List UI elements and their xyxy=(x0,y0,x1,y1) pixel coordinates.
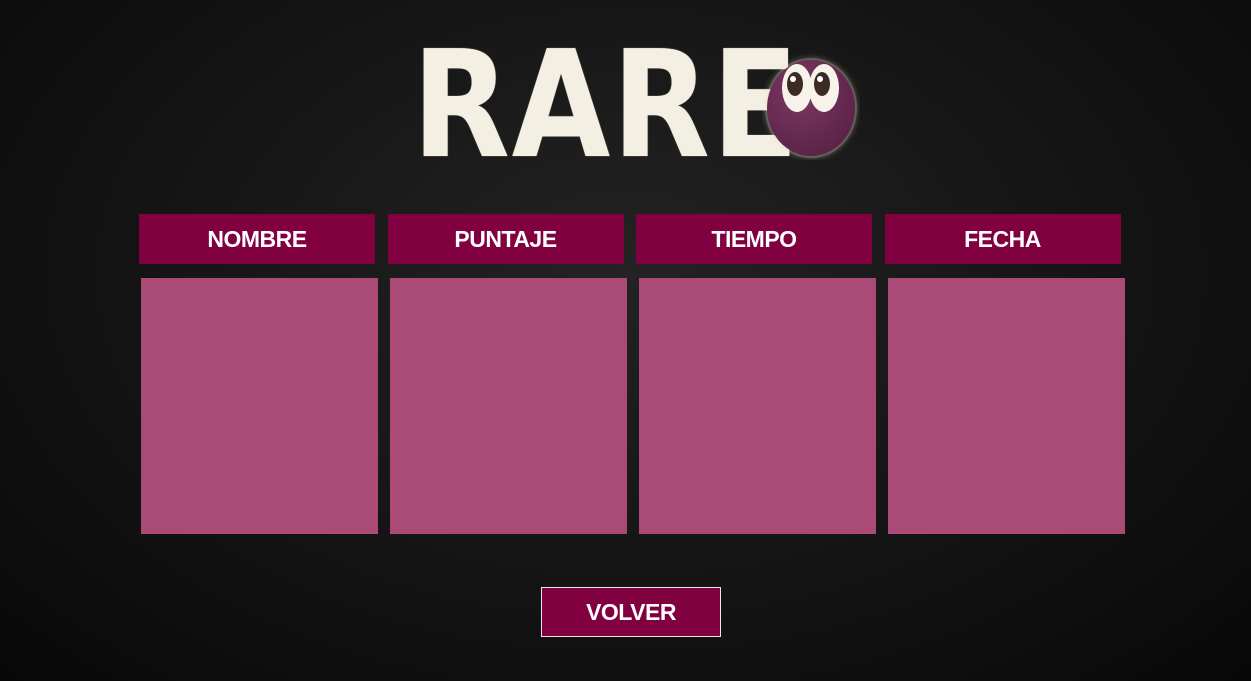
column-header-nombre: NOMBRE xyxy=(139,214,375,264)
puntaje-column-panel xyxy=(390,278,627,534)
game-logo: RARE xyxy=(412,31,857,179)
mascot-egg-icon xyxy=(765,58,857,158)
logo-title: RARE xyxy=(412,19,801,191)
column-header-fecha: FECHA xyxy=(884,214,1121,264)
column-header-puntaje: PUNTAJE xyxy=(387,214,624,264)
nombre-column-panel xyxy=(141,278,378,534)
back-button[interactable]: VOLVER xyxy=(541,587,721,637)
column-header-tiempo: TIEMPO xyxy=(636,214,872,264)
scoreboard-panels xyxy=(141,278,1125,534)
fecha-column-panel xyxy=(888,278,1125,534)
tiempo-column-panel xyxy=(639,278,876,534)
scoreboard-header-row: NOMBRE PUNTAJE TIEMPO FECHA xyxy=(139,214,1121,264)
